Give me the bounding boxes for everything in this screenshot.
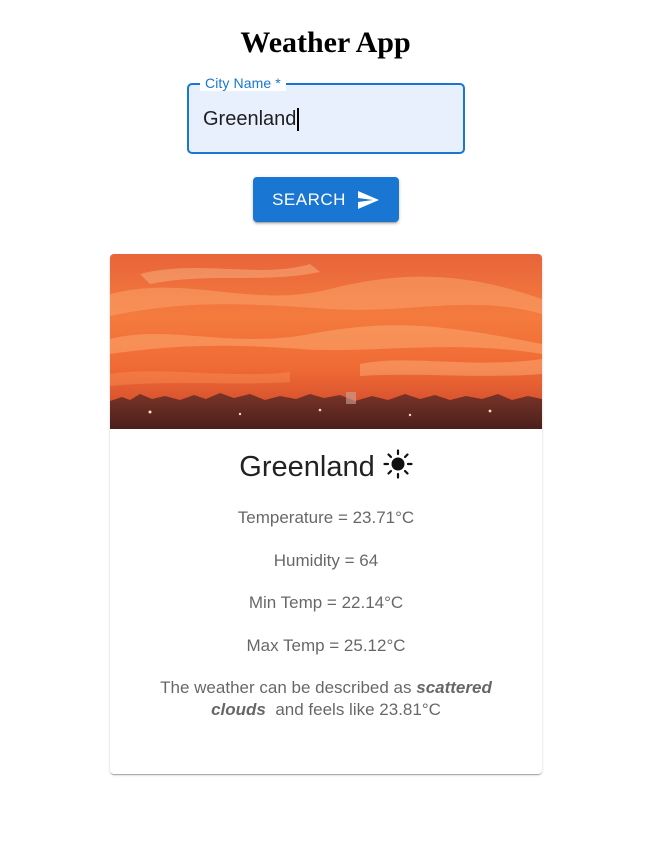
search-button-label: SEARCH (272, 189, 346, 209)
weather-description: The weather can be described as scattere… (146, 677, 506, 721)
humidity: Humidity = 64 (273, 551, 379, 570)
city-name: Greenland (239, 451, 375, 483)
city-name-field[interactable]: City Name * (187, 75, 465, 154)
temperature: Temperature = 23.71°C (237, 508, 415, 527)
send-icon (357, 190, 379, 209)
min-temp: Min Temp = 22.14°C (248, 593, 404, 612)
sunset-image (110, 254, 542, 429)
weather-card: Greenland Temperature = 23.71°C Humidity… (110, 254, 542, 774)
sun-icon (383, 449, 413, 479)
city-heading: Greenland (110, 449, 542, 484)
description-suffix: and feels like 23.81°C (275, 700, 441, 719)
search-button[interactable]: SEARCH (253, 177, 399, 222)
text-caret (297, 108, 299, 131)
app-title: Weather App (240, 26, 411, 59)
city-name-input[interactable] (203, 103, 449, 135)
description-prefix: The weather can be described as (160, 678, 412, 697)
city-name-label: City Name * (200, 75, 286, 91)
max-temp: Max Temp = 25.12°C (246, 636, 406, 655)
